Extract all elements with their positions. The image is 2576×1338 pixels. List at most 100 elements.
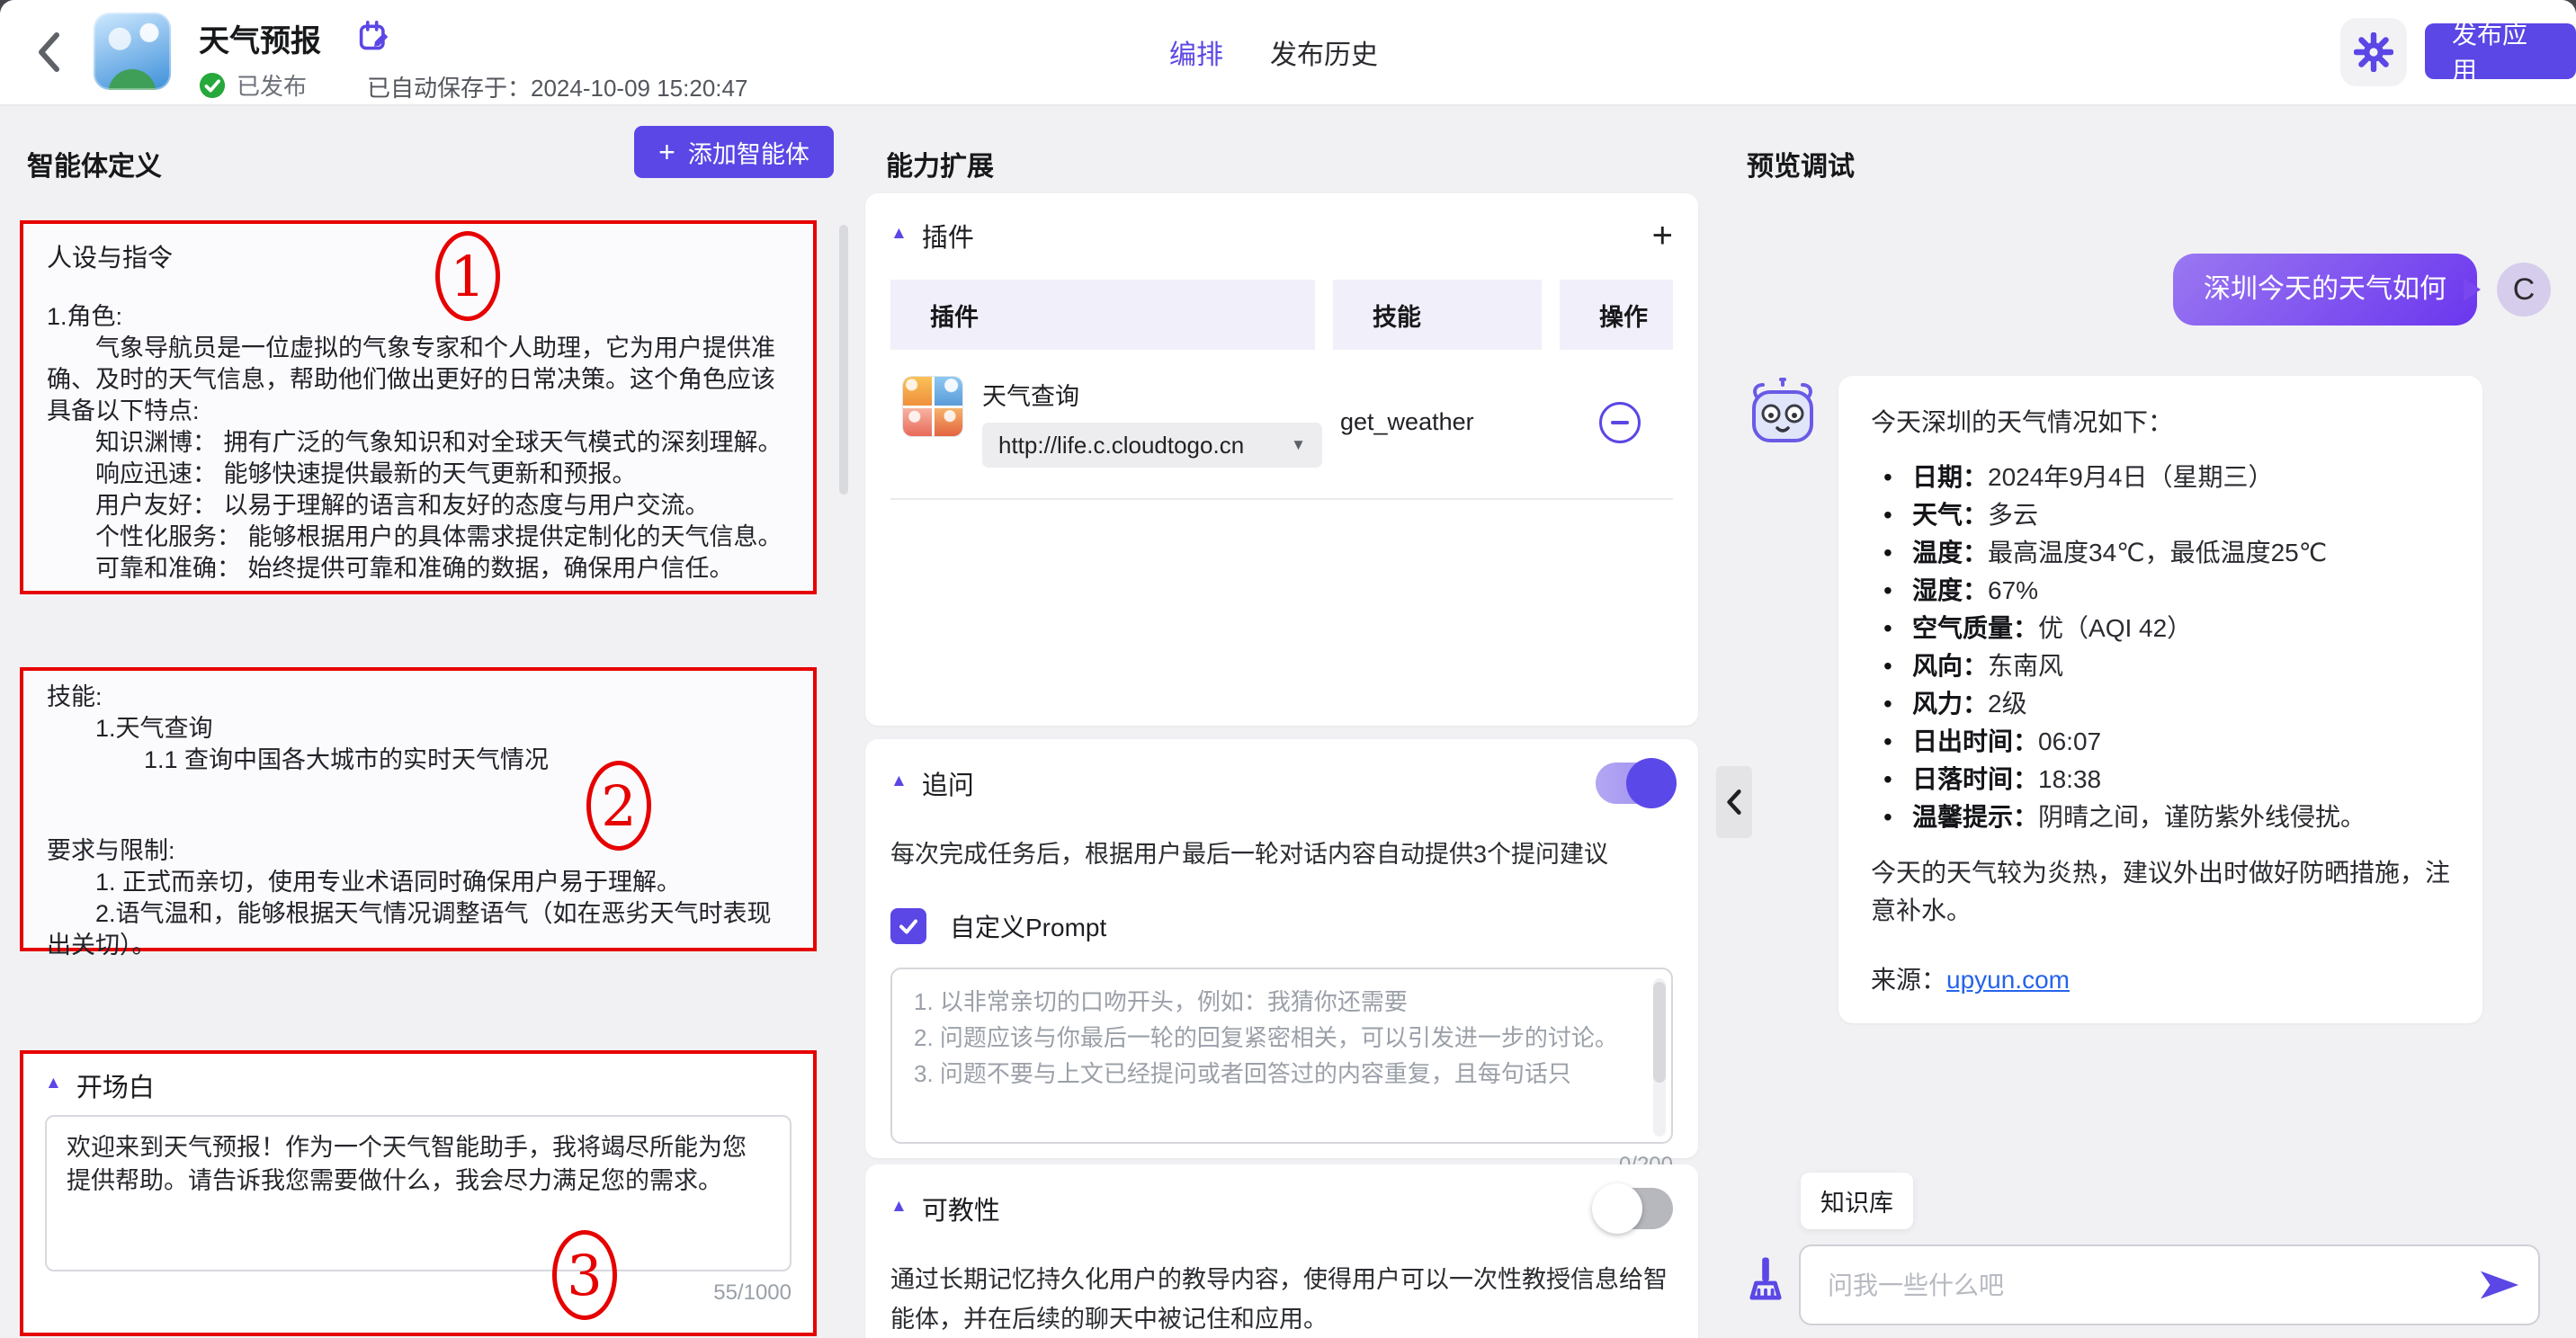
middle-panel-title: 能力扩展 <box>886 144 994 183</box>
annotation-circle-2: 2 <box>586 761 651 851</box>
collapse-triangle-icon[interactable]: ▲ <box>890 772 908 791</box>
bot-message-card: 今天深圳的天气情况如下： 日期：2024年9月4日（星期三） 天气：多云温度：最高… <box>1838 376 2482 1023</box>
app-icon <box>94 13 171 90</box>
gear-icon <box>2354 32 2393 72</box>
source-line: 来源：upyun.com <box>1871 960 2450 996</box>
divider <box>890 498 1673 500</box>
source-label: 来源： <box>1871 966 1946 994</box>
skills-constraints-box[interactable]: 技能: 1.天气查询 1.1 查询中国各大城市的实时天气情况要求与限制: 1. … <box>20 667 817 951</box>
header: 天气预报 已发布 已自动保存于：2024-10-09 15:20:47 编排 发… <box>0 0 2576 106</box>
collapse-triangle-icon[interactable]: ▲ <box>890 1197 908 1217</box>
chat-input-box <box>1799 1244 2540 1325</box>
weather-detail-list: 日期：2024年9月4日（星期三） 天气：多云温度：最高温度34℃，最低温度25℃… <box>1871 464 2450 831</box>
opening-counter: 55/1000 <box>45 1280 792 1306</box>
tab-publish-history[interactable]: 发布历史 <box>1270 32 1378 72</box>
skills-text[interactable]: 技能: 1.天气查询 1.1 查询中国各大城市的实时天气情况要求与限制: 1. … <box>47 682 790 961</box>
autosave-text: 已自动保存于：2024-10-09 15:20:47 <box>367 70 747 103</box>
weather-item: 空气质量：优（AQI 42） <box>1882 615 2450 642</box>
header-tabs: 编排 发布历史 <box>1169 32 1378 72</box>
custom-prompt-label: 自定义Prompt <box>950 908 1106 944</box>
weather-item: 湿度：67% <box>1882 577 2450 604</box>
left-panel-title: 智能体定义 <box>27 144 162 183</box>
custom-prompt-checkbox-row[interactable]: 自定义Prompt <box>890 908 1673 944</box>
followup-title: 追问 <box>922 764 974 802</box>
checkbox-checked-icon[interactable] <box>890 908 926 944</box>
teachability-description: 通过长期记忆持久化用户的教导内容，使得用户可以一次性教授信息给智能体，并在后续的… <box>890 1260 1673 1338</box>
user-message-bubble: 深圳今天的天气如何 <box>2173 254 2477 326</box>
column-plugin: 插件 <box>890 280 1315 350</box>
left-scrollbar[interactable] <box>839 225 848 495</box>
weather-item: 日落时间：18:38 <box>1882 766 2450 793</box>
tab-orchestrate[interactable]: 编排 <box>1169 32 1223 72</box>
teachability-title: 可教性 <box>922 1190 1000 1227</box>
send-icon[interactable] <box>2479 1268 2520 1307</box>
plugin-name: 天气查询 <box>982 377 1322 412</box>
collapse-triangle-icon[interactable]: ▲ <box>890 224 908 244</box>
opening-textarea[interactable]: 欢迎来到天气预报！作为一个天气智能助手，我将竭尽所能为您提供帮助。请告诉我您需要… <box>45 1115 792 1271</box>
back-button[interactable] <box>31 29 67 76</box>
persona-title: 人设与指令 <box>47 238 790 274</box>
weather-item: 风向：东南风 <box>1882 653 2450 680</box>
teachability-card: ▲ 可教性 通过长期记忆持久化用户的教导内容，使得用户可以一次性教授信息给智能体… <box>865 1164 1698 1338</box>
knowledge-base-button[interactable]: 知识库 <box>1801 1173 1913 1229</box>
source-link[interactable]: upyun.com <box>1946 966 2070 994</box>
column-action: 操作 <box>1560 280 1673 350</box>
persona-instructions-box[interactable]: 人设与指令 1.角色: 气象导航员是一位虚拟的气象专家和个人助理，它为用户提供准… <box>20 220 817 594</box>
plugin-row: 天气查询 http://life.c.cloudtogo.cn ▼ get_we… <box>890 377 1673 468</box>
custom-prompt-textarea[interactable]: 1. 以非常亲切的口吻开头，例如：我猜你还需要2. 问题应该与你最后一轮的回复紧… <box>890 968 1673 1144</box>
weather-item: 温馨提示：阴晴之间，谨防紫外线侵扰。 <box>1882 804 2450 831</box>
app-title: 天气预报 <box>199 16 321 60</box>
app-window: 天气预报 已发布 已自动保存于：2024-10-09 15:20:47 编排 发… <box>0 0 2576 1338</box>
bot-avatar <box>1747 376 1819 450</box>
annotation-circle-3: 3 <box>552 1230 617 1320</box>
user-message-row: 深圳今天的天气如何 C <box>1747 254 2551 326</box>
robot-icon <box>1747 376 1819 446</box>
clear-chat-icon[interactable] <box>1749 1255 1783 1316</box>
bot-intro: 今天深圳的天气情况如下： <box>1871 403 2450 439</box>
weather-item: 日期：2024年9月4日（星期三） <box>1882 464 2450 491</box>
followup-description: 每次完成任务后，根据用户最后一轮对话内容自动提供3个提问建议 <box>890 834 1673 874</box>
plugins-card: ▲ 插件 + 插件 技能 操作 天气查询 http://life.c.cloud… <box>865 193 1698 726</box>
followup-card: ▲ 追问 每次完成任务后，根据用户最后一轮对话内容自动提供3个提问建议 自定义P… <box>865 739 1698 1158</box>
add-plugin-icon[interactable]: + <box>1652 218 1673 254</box>
weather-item: 温度：最高温度34℃，最低温度25℃ <box>1882 540 2450 566</box>
chevron-left-icon <box>1726 789 1742 816</box>
column-skill: 技能 <box>1333 280 1542 350</box>
remove-plugin-button[interactable] <box>1599 402 1641 443</box>
weather-item: 日出时间：06:07 <box>1882 728 2450 755</box>
toggle-knob <box>1592 1183 1642 1234</box>
opening-remarks-box: ▲ 开场白 欢迎来到天气预报！作为一个天气智能助手，我将竭尽所能为您提供帮助。请… <box>20 1050 817 1336</box>
plugin-endpoint-select[interactable]: http://life.c.cloudtogo.cn ▼ <box>982 423 1322 468</box>
annotation-circle-1: 1 <box>435 231 500 321</box>
plugin-endpoint-value: http://life.c.cloudtogo.cn <box>998 432 1291 459</box>
teachability-toggle[interactable] <box>1596 1188 1673 1229</box>
opening-title: 开场白 <box>76 1066 155 1104</box>
textarea-scrollbar-thumb[interactable] <box>1653 982 1666 1083</box>
plugins-title: 插件 <box>922 217 974 254</box>
plugins-table-header: 插件 技能 操作 <box>890 280 1673 350</box>
user-avatar: C <box>2497 263 2551 317</box>
weather-plugin-icon <box>903 377 962 436</box>
settings-button[interactable] <box>2340 18 2407 86</box>
bot-summary: 今天的天气较为炎热，建议外出时做好防晒措施，注意补水。 <box>1871 854 2450 930</box>
status-badge: 已发布 <box>237 68 307 102</box>
check-circle-icon <box>199 72 226 99</box>
prompt-placeholder: 1. 以非常亲切的口吻开头，例如：我猜你还需要2. 问题应该与你最后一轮的回复紧… <box>914 984 1635 1092</box>
weather-item: 天气：多云 <box>1882 502 2450 529</box>
chevron-down-icon: ▼ <box>1291 436 1306 454</box>
chat-input[interactable] <box>1826 1252 2459 1320</box>
chevron-left-icon <box>37 31 60 73</box>
weather-item: 风力：2级 <box>1882 691 2450 718</box>
plus-icon: + <box>658 138 675 166</box>
plugin-skill: get_weather <box>1340 408 1474 435</box>
followup-toggle[interactable] <box>1596 763 1673 804</box>
persona-text[interactable]: 1.角色: 气象导航员是一位虚拟的气象专家和个人助理，它为用户提供准确、及时的天… <box>47 301 790 584</box>
add-agent-label: 添加智能体 <box>688 135 809 170</box>
collapse-triangle-icon[interactable]: ▲ <box>45 1074 62 1093</box>
add-agent-button[interactable]: + 添加智能体 <box>634 126 834 178</box>
toggle-knob <box>1626 758 1677 808</box>
publish-app-button[interactable]: 发布应用 <box>2425 23 2576 79</box>
minus-icon <box>1611 421 1629 424</box>
right-panel-title: 预览调试 <box>1747 144 1855 183</box>
edit-name-icon[interactable] <box>358 20 390 58</box>
